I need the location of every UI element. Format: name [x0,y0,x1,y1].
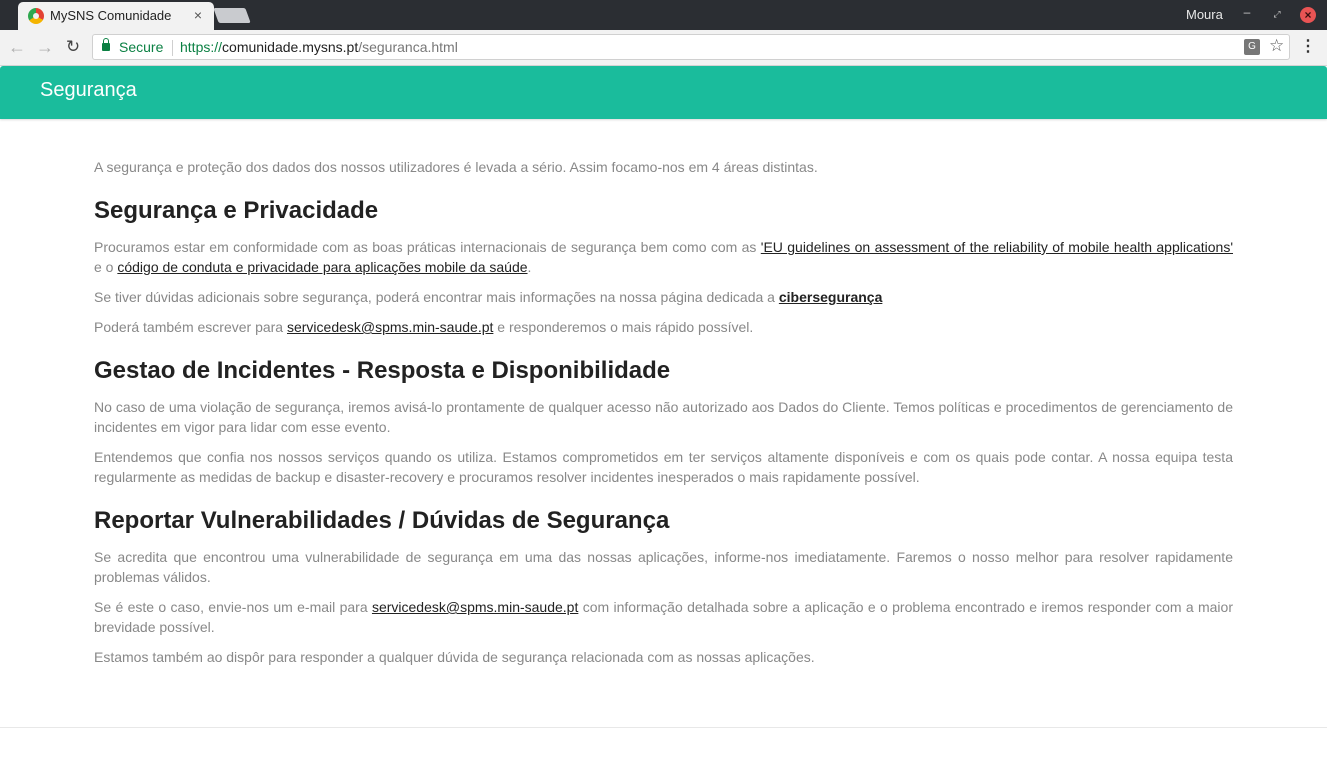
incidents-paragraph-1: No caso de uma violação de segurança, ir… [94,399,1233,435]
vulnerabilities-paragraph-3: Estamos também ao dispôr para responder … [94,649,815,665]
footer-divider [0,727,1327,728]
bookmark-star-icon[interactable]: ☆ [1269,36,1284,56]
section-heading-incidents: Gestao de Incidentes - Resposta e Dispon… [94,357,671,384]
translate-icon[interactable]: G [1244,39,1260,55]
text-segment: . [527,259,532,275]
servicedesk-email-link[interactable]: servicedesk@spms.min-saude.pt [287,319,493,335]
text-segment: Se tiver dúvidas adicionais sobre segura… [94,289,779,305]
cybersecurity-link[interactable]: cibersegurança [779,289,883,305]
tab-close-icon[interactable]: × [190,7,206,23]
text-segment: Se é este o caso, envie-nos um e-mail pa… [94,599,372,615]
lock-icon[interactable] [102,38,110,51]
close-window-icon[interactable]: × [1300,7,1316,23]
url-text[interactable]: https://comunidade.mysns.pt/seguranca.ht… [180,39,458,55]
page-title: Segurança [40,79,137,101]
new-tab-button[interactable] [213,8,251,23]
intro-text: A segurança e proteção dos dados dos nos… [94,159,818,175]
site-favicon-icon [28,8,44,24]
url-scheme: https:// [180,39,223,55]
back-arrow-icon[interactable]: ← [6,36,28,58]
privacy-paragraph-1: Procuramos estar em conformidade com as … [94,237,1233,277]
eu-guidelines-link[interactable]: 'EU guidelines on assessment of the reli… [761,239,1233,255]
text-segment: Procuramos estar em conformidade com as … [94,239,761,255]
address-bar[interactable]: Secure https://comunidade.mysns.pt/segur… [92,34,1290,60]
secure-label[interactable]: Secure [119,39,163,55]
browser-tab[interactable]: MySNS Comunidade × [18,2,214,30]
vulnerabilities-paragraph-1: Se acredita que encontrou uma vulnerabil… [94,549,1233,585]
url-path: /seguranca.html [358,39,458,55]
address-divider [172,40,173,56]
privacy-paragraph-3: Poderá também escrever para servicedesk@… [94,317,1233,337]
vulnerabilities-paragraph-2: Se é este o caso, envie-nos um e-mail pa… [94,597,1233,637]
browser-menu-icon[interactable]: ⋮ [1300,36,1316,58]
incidents-paragraph-2: Entendemos que confia nos nossos serviço… [94,449,1233,485]
minimize-icon[interactable]: – [1240,5,1254,21]
servicedesk-email-link[interactable]: servicedesk@spms.min-saude.pt [372,599,578,615]
restore-icon[interactable]: ⤢ [1270,5,1284,21]
main-content: A segurança e proteção dos dados dos nos… [94,157,1233,677]
text-segment: e responderemos o mais rápido possível. [493,319,754,335]
privacy-paragraph-2: Se tiver dúvidas adicionais sobre segura… [94,287,1233,307]
tab-title: MySNS Comunidade [50,8,172,23]
reload-icon[interactable]: ↻ [62,36,84,58]
profile-name[interactable]: Moura [1186,7,1223,22]
code-of-conduct-link[interactable]: código de conduta e privacidade para apl… [117,259,527,275]
section-heading-vulnerabilities: Reportar Vulnerabilidades / Dúvidas de S… [94,507,670,534]
browser-toolbar: ← → ↻ Secure https://comunidade.mysns.pt… [0,30,1327,66]
url-host: comunidade.mysns.pt [222,39,359,55]
text-segment: e o [94,259,118,275]
forward-arrow-icon[interactable]: → [34,36,56,58]
title-bar: MySNS Comunidade × Moura – ⤢ × [0,0,1327,30]
text-segment: Poderá também escrever para [94,319,287,335]
page-header: Segurança [0,66,1327,119]
section-heading-privacy: Segurança e Privacidade [94,197,379,224]
